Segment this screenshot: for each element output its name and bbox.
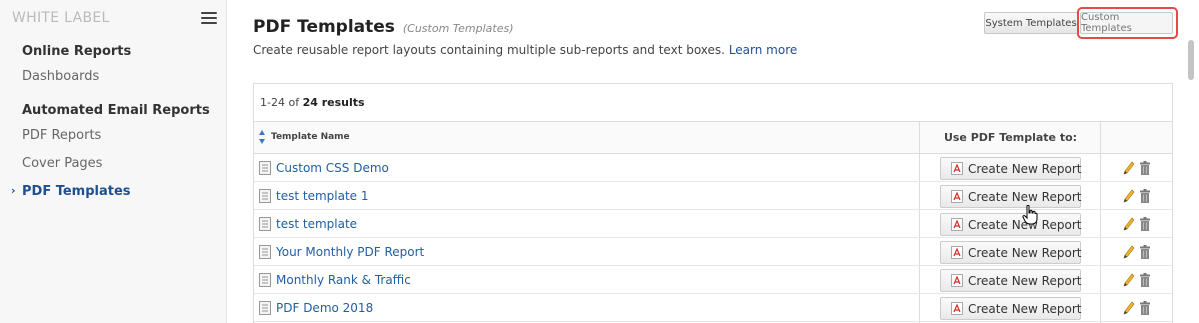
pencil-icon[interactable] bbox=[1123, 301, 1135, 315]
sidebar-heading-automated-email-reports: Automated Email Reports bbox=[22, 103, 210, 118]
system-templates-button[interactable]: System Templates bbox=[984, 12, 1078, 34]
column-header-template-name[interactable]: Template Name bbox=[271, 132, 350, 142]
column-header-use-template: Use PDF Template to: bbox=[943, 131, 1078, 144]
sidebar-item-pdf-reports[interactable]: PDF Reports bbox=[22, 128, 101, 143]
table-row: Monthly Rank & Traffic Create New Report bbox=[254, 266, 1172, 294]
trash-icon[interactable] bbox=[1139, 301, 1151, 315]
results-prefix: 1-24 of bbox=[260, 96, 303, 109]
template-name-link[interactable]: Custom CSS Demo bbox=[276, 161, 389, 175]
trash-icon[interactable] bbox=[1139, 217, 1151, 231]
pdf-icon bbox=[951, 218, 963, 231]
document-icon bbox=[259, 217, 271, 231]
pencil-icon[interactable] bbox=[1123, 161, 1135, 175]
sidebar: WHITE LABEL Online Reports Dashboards Au… bbox=[0, 0, 227, 323]
page-subtitle: (Custom Templates) bbox=[402, 22, 514, 35]
create-new-report-button[interactable]: Create New Report bbox=[940, 157, 1081, 180]
templates-table: 1-24 of 24 results Template Name Use PDF… bbox=[253, 83, 1173, 323]
sort-icon[interactable] bbox=[258, 129, 266, 145]
pencil-icon[interactable] bbox=[1123, 273, 1135, 287]
template-name-link[interactable]: PDF Demo 2018 bbox=[276, 301, 373, 315]
page-title: PDF Templates (Custom Templates) bbox=[253, 17, 514, 37]
create-new-report-button[interactable]: Create New Report bbox=[940, 213, 1081, 236]
chevron-right-icon: › bbox=[11, 184, 16, 197]
sidebar-item-pdf-templates[interactable]: PDF Templates bbox=[22, 184, 131, 199]
create-new-report-button[interactable]: Create New Report bbox=[940, 241, 1081, 264]
trash-icon[interactable] bbox=[1139, 273, 1151, 287]
create-new-report-label: Create New Report bbox=[968, 273, 1082, 288]
pdf-icon bbox=[951, 162, 963, 175]
table-row: test template Create New Report bbox=[254, 210, 1172, 238]
pdf-icon bbox=[951, 190, 963, 203]
template-name-link[interactable]: Your Monthly PDF Report bbox=[276, 245, 424, 259]
page-title-text: PDF Templates bbox=[253, 17, 395, 37]
scrollbar[interactable] bbox=[1188, 40, 1194, 80]
create-new-report-label: Create New Report bbox=[968, 217, 1082, 232]
table-row: test template 1 Create New Report bbox=[254, 182, 1172, 210]
trash-icon[interactable] bbox=[1139, 245, 1151, 259]
pencil-icon[interactable] bbox=[1123, 245, 1135, 259]
table-row: Your Monthly PDF Report Create New Repor… bbox=[254, 238, 1172, 266]
table-row: Custom CSS Demo Create New Report bbox=[254, 154, 1172, 182]
template-name-link[interactable]: test template bbox=[276, 217, 357, 231]
create-new-report-label: Create New Report bbox=[968, 301, 1082, 316]
table-header: Template Name Use PDF Template to: bbox=[254, 122, 1172, 154]
pencil-icon[interactable] bbox=[1123, 217, 1135, 231]
pdf-icon bbox=[951, 302, 963, 315]
menu-icon[interactable] bbox=[201, 12, 217, 24]
create-new-report-label: Create New Report bbox=[968, 189, 1082, 204]
sidebar-heading-online-reports: Online Reports bbox=[22, 44, 132, 59]
create-new-report-button[interactable]: Create New Report bbox=[940, 269, 1081, 292]
pdf-icon bbox=[951, 274, 963, 287]
document-icon bbox=[259, 273, 271, 287]
create-new-report-button[interactable]: Create New Report bbox=[940, 297, 1081, 320]
sidebar-item-cover-pages[interactable]: Cover Pages bbox=[22, 156, 102, 171]
results-total: 24 results bbox=[302, 96, 365, 109]
create-new-report-label: Create New Report bbox=[968, 161, 1082, 176]
sidebar-item-dashboards[interactable]: Dashboards bbox=[22, 69, 99, 84]
results-count: 1-24 of 24 results bbox=[254, 84, 1172, 122]
template-name-link[interactable]: Monthly Rank & Traffic bbox=[276, 273, 411, 287]
document-icon bbox=[259, 245, 271, 259]
trash-icon[interactable] bbox=[1139, 161, 1151, 175]
custom-templates-button[interactable]: Custom Templates bbox=[1080, 12, 1173, 34]
pdf-icon bbox=[951, 246, 963, 259]
brand-logo: WHITE LABEL bbox=[12, 10, 110, 26]
document-icon bbox=[259, 161, 271, 175]
page-description: Create reusable report layouts containin… bbox=[253, 43, 797, 57]
document-icon bbox=[259, 301, 271, 315]
create-new-report-label: Create New Report bbox=[968, 245, 1082, 260]
template-name-link[interactable]: test template 1 bbox=[276, 189, 368, 203]
description-text: Create reusable report layouts containin… bbox=[253, 43, 725, 57]
trash-icon[interactable] bbox=[1139, 189, 1151, 203]
document-icon bbox=[259, 189, 271, 203]
create-new-report-button[interactable]: Create New Report bbox=[940, 185, 1081, 208]
pencil-icon[interactable] bbox=[1123, 189, 1135, 203]
learn-more-link[interactable]: Learn more bbox=[729, 43, 797, 57]
table-row: PDF Demo 2018 Create New Report bbox=[254, 294, 1172, 322]
